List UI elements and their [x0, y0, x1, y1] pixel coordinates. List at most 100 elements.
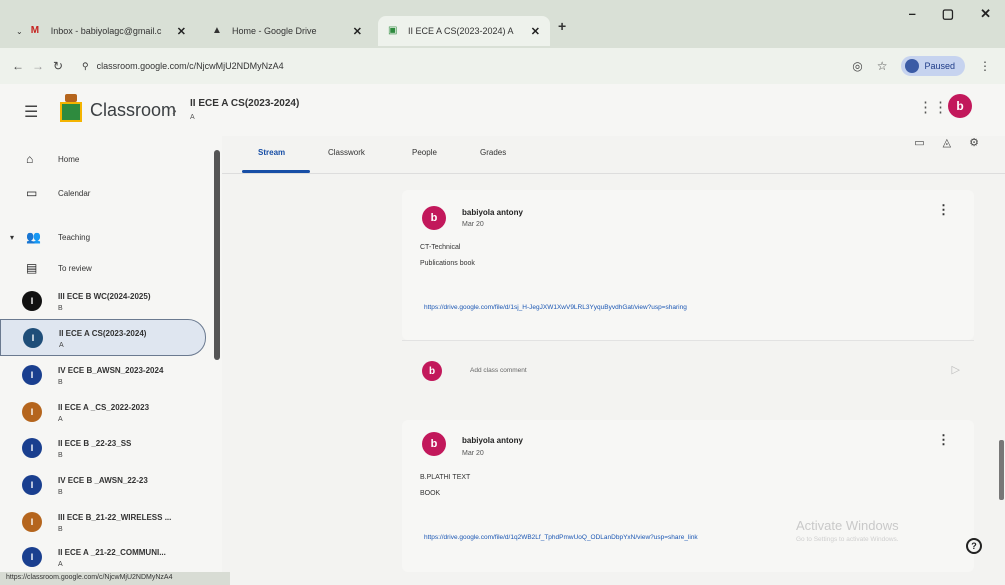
settings-icon[interactable]: ⚙	[969, 136, 979, 149]
url-text: classroom.google.com/c/NjcwMjU2NDMyNzA4	[96, 61, 284, 71]
bookmark-star-icon[interactable]: ☆	[877, 59, 888, 73]
breadcrumb-course-title[interactable]: II ECE A CS(2023-2024)	[190, 98, 299, 109]
course-avatar: I	[22, 475, 42, 495]
browser-tab-drive[interactable]: ▲ Home - Google Drive ✕	[202, 16, 372, 46]
add-class-comment-input[interactable]: Add class comment	[470, 367, 527, 374]
post-link[interactable]: https://drive.google.com/file/d/1q2WB2Lf…	[424, 534, 698, 541]
activate-windows-subtext: Go to Settings to activate Windows.	[796, 536, 899, 543]
activate-windows-watermark: Activate Windows	[796, 518, 899, 533]
course-tabs: Stream Classwork People Grades ▭ ◬ ⚙	[222, 136, 1005, 174]
drive-folder-icon[interactable]: ◬	[943, 136, 951, 149]
sidebar-item-teaching[interactable]: ▾ 👥 Teaching	[0, 220, 206, 254]
site-settings-icon[interactable]: ⚲	[82, 61, 89, 72]
course-avatar: I	[22, 291, 42, 311]
minimize-icon[interactable]: –	[909, 6, 916, 22]
close-window-icon[interactable]: ✕	[980, 6, 991, 22]
url-field[interactable]: ⚲ classroom.google.com/c/NjcwMjU2NDMyNzA…	[82, 61, 284, 72]
caret-down-icon[interactable]: ▾	[10, 233, 14, 242]
profile-avatar-icon	[905, 59, 920, 73]
calendar-icon[interactable]: ▭	[914, 136, 924, 149]
profile-paused-button[interactable]: Paused	[901, 56, 965, 76]
course-section: B	[58, 526, 63, 533]
sidebar-course-item[interactable]: I IV ECE B _AWSN_22-23 B	[0, 467, 206, 504]
course-section: A	[58, 561, 63, 568]
sidebar-course-item-active[interactable]: I II ECE A CS(2023-2024) A	[0, 319, 206, 356]
comment-avatar: b	[422, 361, 442, 381]
sidebar-course-item[interactable]: I III ECE B WC(2024-2025) B	[0, 283, 206, 320]
course-avatar: I	[23, 328, 43, 348]
stream-post: b babiyola antony Mar 20 ⋮ B.PLATHI TEXT…	[402, 420, 974, 572]
post-text-line: Publications book	[420, 260, 475, 267]
reload-icon[interactable]: ↻	[48, 59, 68, 73]
sidebar-course-item[interactable]: I III ECE B_21-22_WIRELESS ... B	[0, 504, 206, 541]
browser-tab-label: II ECE A CS(2023-2024) A	[408, 26, 514, 36]
course-section: A	[58, 416, 63, 423]
gmail-icon: M	[30, 25, 40, 36]
course-name: IV ECE B _AWSN_22-23	[58, 476, 148, 485]
course-name: III ECE B WC(2024-2025)	[58, 292, 151, 301]
post-author: babiyola antony	[462, 208, 523, 217]
close-icon[interactable]: ✕	[353, 25, 362, 38]
help-icon[interactable]: ?	[966, 538, 982, 554]
new-tab-button[interactable]: +	[558, 18, 566, 34]
tab-stream[interactable]: Stream	[258, 148, 285, 157]
maximize-icon[interactable]: ▢	[942, 6, 954, 22]
close-icon[interactable]: ✕	[177, 25, 186, 38]
back-icon[interactable]: ←	[8, 59, 28, 73]
stream-post: b babiyola antony Mar 20 ⋮ CT-Technical …	[402, 190, 974, 340]
more-vert-icon[interactable]: ⋮	[937, 202, 950, 218]
post-text-line: CT-Technical	[420, 244, 461, 251]
course-name: IV ECE B_AWSN_2023-2024	[58, 366, 164, 375]
sidebar-item-label: Home	[58, 154, 80, 164]
tab-people[interactable]: People	[412, 148, 437, 157]
sidebar-course-item[interactable]: I IV ECE B_AWSN_2023-2024 B	[0, 357, 206, 394]
tab-classwork[interactable]: Classwork	[328, 148, 365, 157]
course-avatar: I	[22, 512, 42, 532]
close-icon[interactable]: ✕	[531, 25, 540, 38]
sidebar-item-home[interactable]: ⌂ Home	[0, 142, 206, 176]
post-author-avatar: b	[422, 432, 446, 456]
calendar-icon: ▭	[26, 186, 38, 200]
account-avatar[interactable]: b	[948, 94, 972, 118]
tab-grades[interactable]: Grades	[480, 148, 506, 157]
sidebar-course-item[interactable]: I II ECE A _CS_2022-2023 A	[0, 394, 206, 431]
chevron-down-icon[interactable]: ⌄	[16, 27, 23, 36]
sidebar-item-label: To review	[58, 263, 92, 273]
sidebar-item-label: Calendar	[58, 188, 91, 198]
course-avatar: I	[22, 365, 42, 385]
window-controls: – ▢ ✕	[909, 6, 991, 22]
course-name: II ECE A CS(2023-2024)	[59, 329, 147, 338]
post-text-line: B.PLATHI TEXT	[420, 474, 471, 481]
browser-tab-label: Home - Google Drive	[232, 26, 317, 36]
sidebar-item-to-review[interactable]: ▤ To review	[0, 251, 206, 285]
send-icon[interactable]: ▷	[952, 363, 960, 376]
sidebar-scrollbar[interactable]	[214, 150, 220, 360]
course-name: II ECE A _CS_2022-2023	[58, 403, 150, 412]
address-bar-actions: ◎ ☆ Paused ⋮	[852, 56, 991, 76]
classroom-icon: ▣	[388, 25, 398, 36]
classroom-logo-icon[interactable]	[60, 94, 82, 122]
browser-tab-gmail[interactable]: ⌄ M Inbox - babiyolagc@gmail.c ✕	[6, 16, 196, 46]
chevron-right-icon: ›	[172, 102, 177, 118]
app-header: ☰ Classroom › II ECE A CS(2023-2024) A ⋮…	[0, 84, 1005, 136]
post-author-avatar: b	[422, 206, 446, 230]
browser-tab-classroom[interactable]: ▣ II ECE A CS(2023-2024) A ✕	[378, 16, 550, 46]
drive-icon: ▲	[212, 25, 222, 36]
sidebar-item-calendar[interactable]: ▭ Calendar	[0, 176, 206, 210]
app-name[interactable]: Classroom	[90, 100, 176, 121]
forward-icon[interactable]: →	[28, 59, 48, 73]
course-tools: ▭ ◬ ⚙	[914, 136, 979, 149]
sidebar-course-item[interactable]: I II ECE A _21-22_COMMUNI... A	[0, 539, 206, 576]
main-menu-icon[interactable]: ☰	[24, 102, 38, 122]
course-avatar: I	[22, 438, 42, 458]
sidebar-course-item[interactable]: I II ECE B _22-23_SS B	[0, 430, 206, 467]
address-bar: ← → ↻ ⚲ classroom.google.com/c/NjcwMjU2N…	[0, 48, 1005, 84]
browser-menu-icon[interactable]: ⋮	[979, 59, 991, 73]
more-vert-icon[interactable]: ⋮	[937, 432, 950, 448]
people-icon: 👥	[26, 230, 41, 244]
sidebar: ⌂ Home ▭ Calendar ▾ 👥 Teaching ▤ To revi…	[0, 136, 222, 572]
google-lens-icon[interactable]: ◎	[852, 59, 862, 73]
page-scrollbar[interactable]	[999, 440, 1004, 500]
course-section: B	[58, 305, 63, 312]
post-link[interactable]: https://drive.google.com/file/d/1sj_H-Je…	[424, 304, 687, 311]
